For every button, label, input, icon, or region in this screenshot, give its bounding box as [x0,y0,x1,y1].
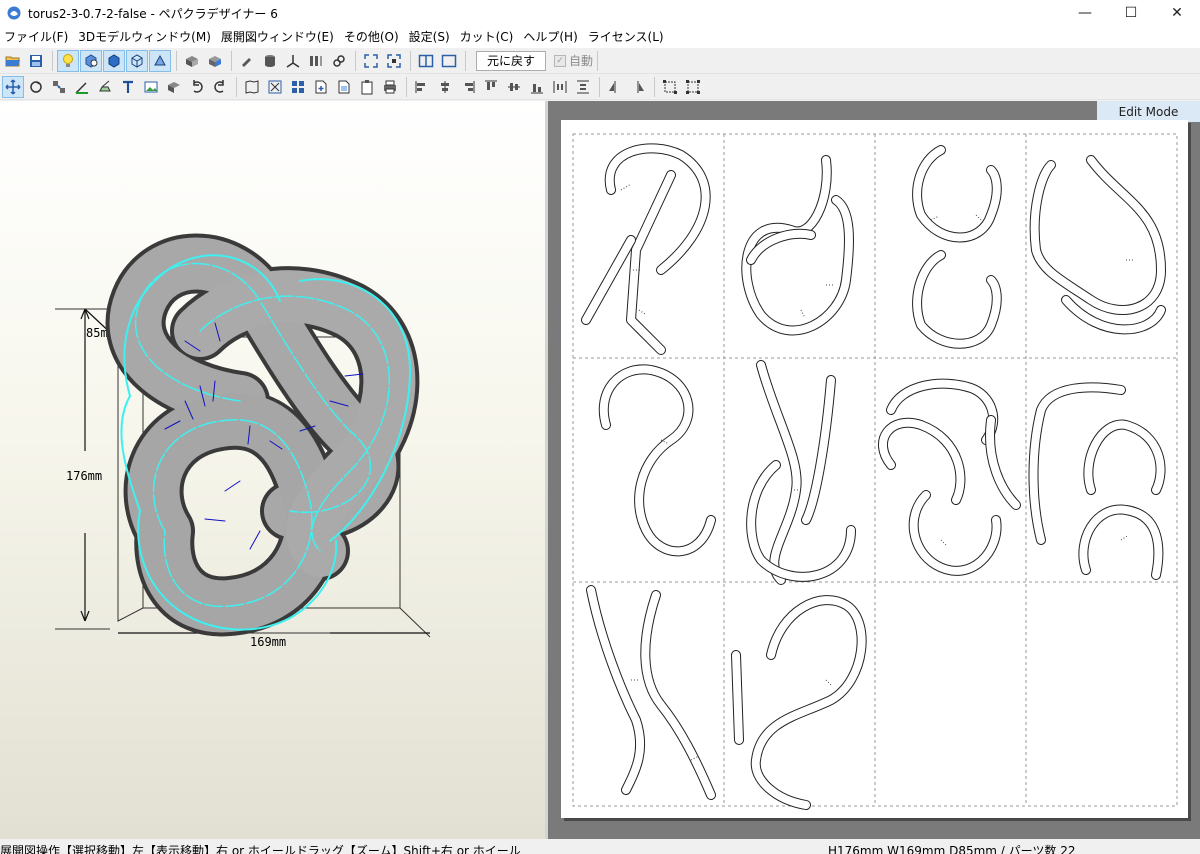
save-icon[interactable] [25,50,47,72]
title-bar: torus2-3-0.7-2-false - ペパクラデザイナー 6 — ☐ ✕ [0,0,1200,26]
menu-3d-window[interactable]: 3Dモデルウィンドウ(M) [76,26,219,48]
open-folder-icon[interactable] [2,50,24,72]
axis-icon[interactable] [282,50,304,72]
height-dimension-label: 176mm [66,469,102,483]
rotate-part-icon[interactable] [25,76,47,98]
group-select-icon[interactable] [659,76,681,98]
align-bottom-icon[interactable] [526,76,548,98]
clipboard-icon[interactable] [356,76,378,98]
print-icon[interactable] [379,76,401,98]
link-icon[interactable] [328,50,350,72]
solid-cube-icon[interactable] [103,49,125,72]
page-add-icon[interactable] [310,76,332,98]
draw-line-icon[interactable] [71,76,93,98]
columns-icon[interactable] [305,50,327,72]
grid-arrange-icon[interactable] [287,76,309,98]
menu-file[interactable]: ファイル(F) [2,26,76,48]
window-title: torus2-3-0.7-2-false - ペパクラデザイナー 6 [28,6,278,21]
edit-toolbar [0,74,1200,100]
knot-mesh [105,233,420,637]
undo-button[interactable]: 元に戻す [476,50,547,71]
flap-icon[interactable] [94,76,116,98]
auto-label: 自動 [569,54,594,68]
close-button[interactable]: ✕ [1154,0,1200,26]
pattern-page[interactable] [561,120,1188,818]
edge-view-icon[interactable] [149,49,171,72]
ungroup-icon[interactable] [682,76,704,98]
menu-unfold-window[interactable]: 展開図ウィンドウ(E) [219,26,342,48]
join-edge-icon[interactable] [48,76,70,98]
main-toolbar: 元に戻す ✓ 自動 [0,48,1200,74]
part-tool-icon[interactable] [163,76,185,98]
auto-arrange-icon[interactable] [264,76,286,98]
brush-icon[interactable] [236,50,258,72]
unfold-2d-view[interactable]: Edit Mode [548,101,1200,839]
split-view-icon[interactable] [415,50,437,72]
fit-view-icon[interactable] [360,50,382,72]
model-3d-view[interactable]: 85mm 176mm 169mm [0,101,545,839]
page-layout-icon[interactable] [241,76,263,98]
menu-help[interactable]: ヘルプ(H) [521,26,585,48]
align-left-icon[interactable] [411,76,433,98]
menu-settings[interactable]: 設定(S) [407,26,458,48]
light-bulb-icon[interactable] [57,49,79,72]
single-view-icon[interactable] [438,50,460,72]
flip-left-icon[interactable] [604,76,626,98]
distribute-v-icon[interactable] [572,76,594,98]
part-front-icon[interactable] [181,50,203,72]
menu-cut[interactable]: カット(C) [458,26,522,48]
align-right-icon[interactable] [457,76,479,98]
app-logo-icon [7,6,21,20]
align-top-icon[interactable] [480,76,502,98]
maximize-button[interactable]: ☐ [1108,0,1154,26]
redo-arrow-icon[interactable] [209,76,231,98]
status-bar: 展開図操作【選択移動】左【表示移動】右 or ホイールドラッグ【ズーム】Shif… [0,839,1200,854]
select-move-icon[interactable] [2,75,24,98]
image-tool-icon[interactable] [140,76,162,98]
torus-knot-3d-model[interactable]: 85mm 176mm 169mm [0,101,545,839]
text-tool-icon[interactable] [117,76,139,98]
menu-license[interactable]: ライセンス(L) [586,26,672,48]
edit-mode-tab[interactable]: Edit Mode [1097,101,1200,122]
app-window: torus2-3-0.7-2-false - ペパクラデザイナー 6 — ☐ ✕… [0,0,1200,854]
distribute-h-icon[interactable] [549,76,571,98]
menu-other[interactable]: その他(O) [342,26,407,48]
menu-bar: ファイル(F) 3Dモデルウィンドウ(M) 展開図ウィンドウ(E) その他(O)… [0,26,1200,48]
page-copy-icon[interactable] [333,76,355,98]
flip-right-icon[interactable] [627,76,649,98]
status-model-info: H176mm W169mm D85mm / パーツ数 22 [828,844,1076,854]
status-hint: 展開図操作【選択移動】左【表示移動】右 or ホイールドラッグ【ズーム】Shif… [0,844,521,854]
auto-checkbox[interactable]: ✓ 自動 [554,52,593,69]
unfolded-parts[interactable] [561,120,1188,818]
part-back-icon[interactable] [204,50,226,72]
cylinder-icon[interactable] [259,50,281,72]
texture-view-icon[interactable] [80,49,102,72]
wireframe-cube-icon[interactable] [126,49,148,72]
undo-arrow-icon[interactable] [186,76,208,98]
minimize-button[interactable]: — [1062,0,1108,26]
align-center-h-icon[interactable] [434,76,456,98]
align-middle-v-icon[interactable] [503,76,525,98]
fit-selection-icon[interactable] [383,50,405,72]
checkmark-icon: ✓ [554,54,567,67]
width-dimension-label: 169mm [250,635,286,649]
